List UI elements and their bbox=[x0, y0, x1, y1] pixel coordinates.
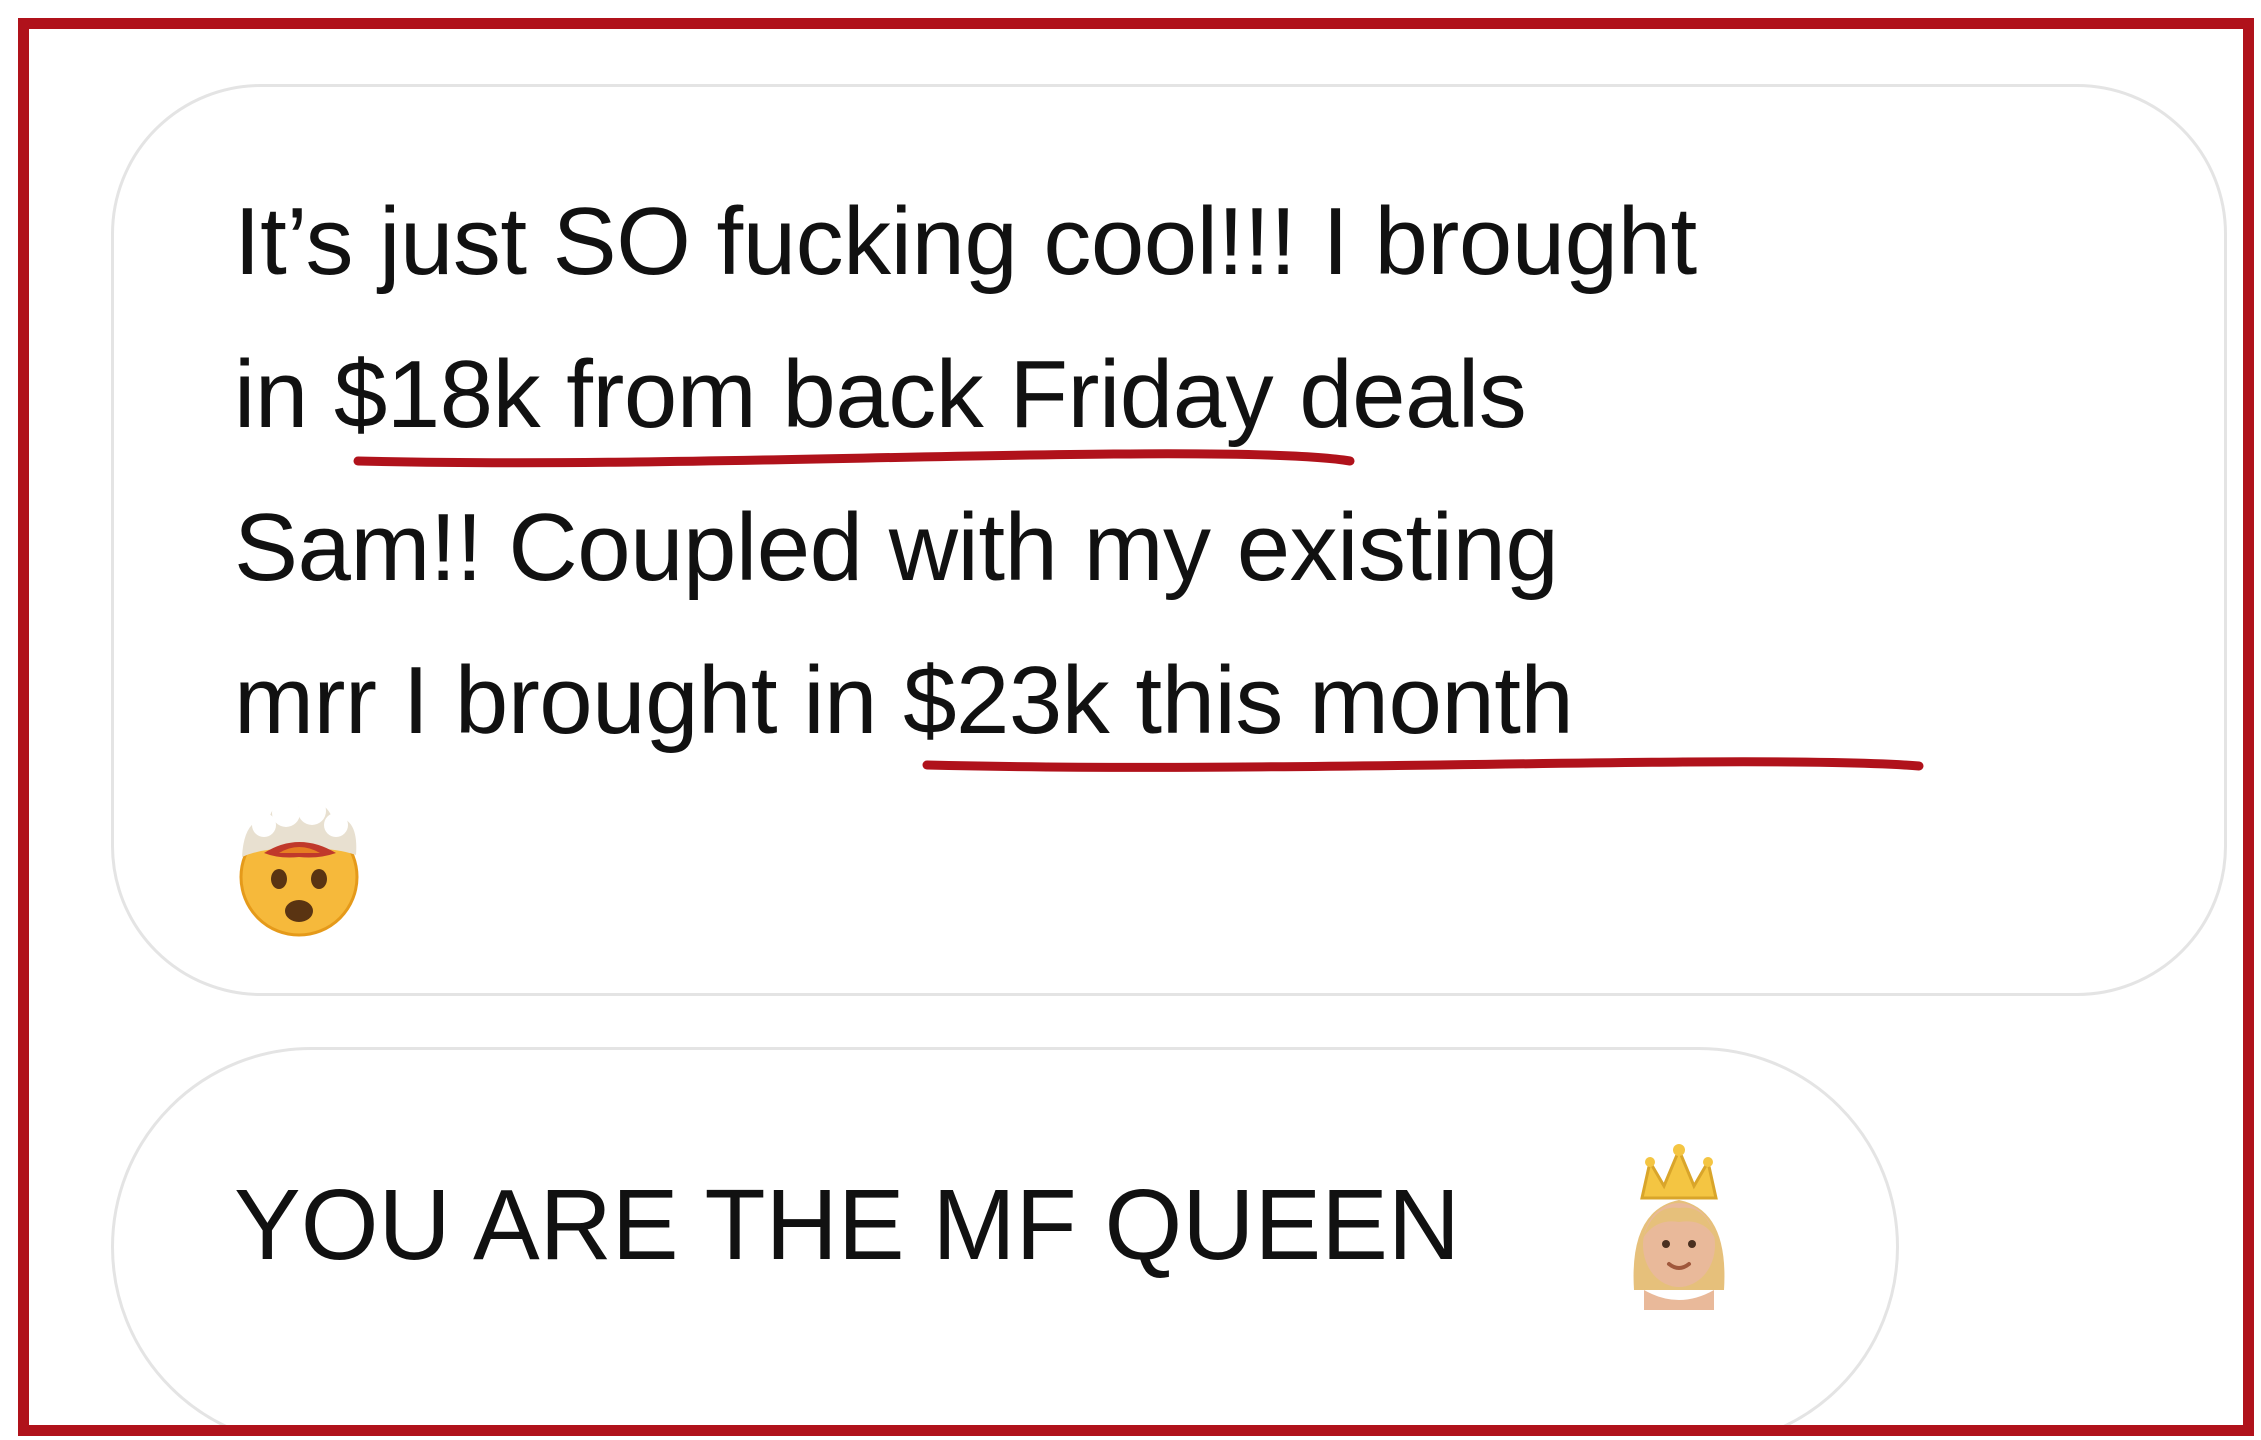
princess-emoji bbox=[1633, 1144, 1725, 1310]
red-underline bbox=[353, 449, 1355, 468]
message-text: It’s just SO fucking cool!!! I brought i… bbox=[234, 165, 2174, 777]
message-line: in $18k from back Friday deals bbox=[234, 318, 2174, 471]
highlighted-amount: $23k this month bbox=[903, 624, 1924, 777]
highlighted-text: $23k this month bbox=[903, 647, 1574, 754]
message-bubble: It’s just SO fucking cool!!! I brought i… bbox=[111, 84, 2227, 996]
highlight-frame: It’s just SO fucking cool!!! I brought i… bbox=[18, 18, 2254, 1436]
message-line: It’s just SO fucking cool!!! I brought bbox=[234, 188, 1697, 295]
red-underline bbox=[922, 757, 1924, 772]
message-line: mrr I brought in $23k this month bbox=[234, 624, 2174, 777]
highlighted-text: $18k from back Friday deals bbox=[333, 341, 1527, 448]
message-text: YOU ARE THE MF QUEEN bbox=[234, 1169, 1461, 1281]
highlighted-amount: $18k from back Friday deals bbox=[333, 318, 1527, 471]
message-bubble: YOU ARE THE MF QUEEN bbox=[111, 1047, 1899, 1425]
message-line-start: in bbox=[234, 341, 334, 448]
message-line: Sam!! Coupled with my existing bbox=[234, 494, 1559, 601]
exploding-head-emoji bbox=[239, 797, 359, 937]
message-line-start: mrr I brought in bbox=[234, 647, 904, 754]
